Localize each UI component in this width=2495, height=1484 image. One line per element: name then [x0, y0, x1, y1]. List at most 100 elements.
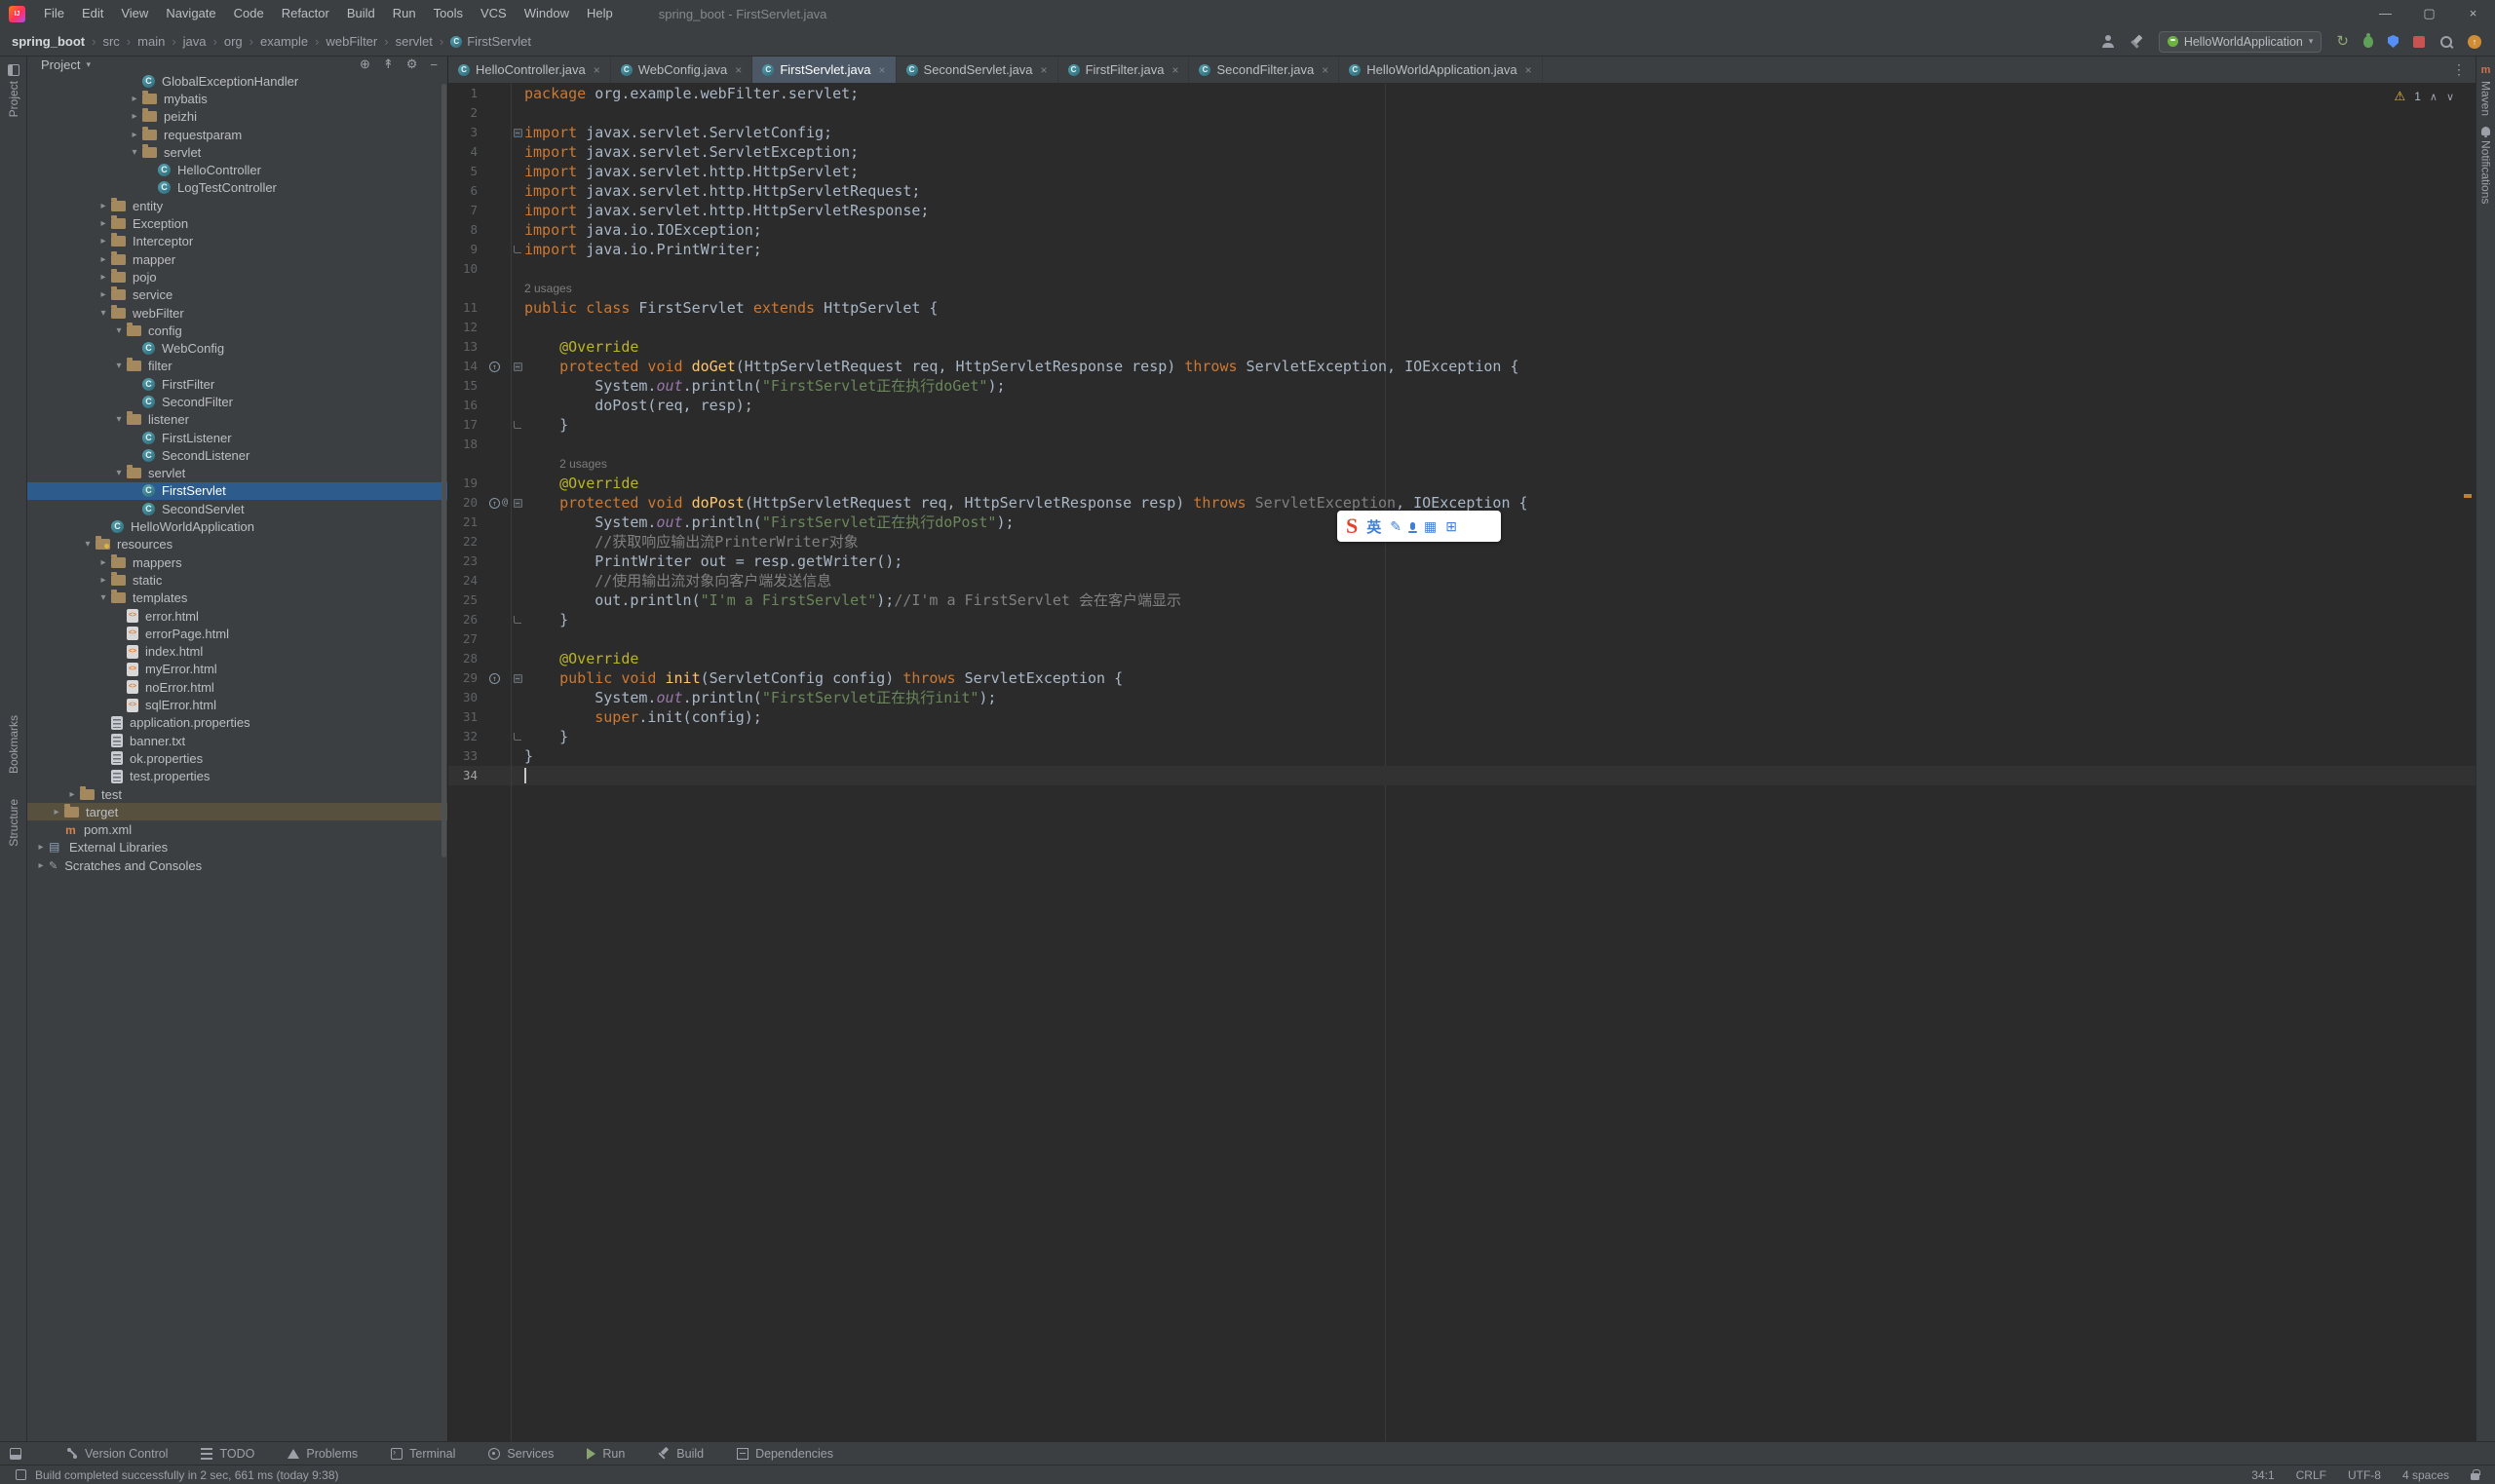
chevron-down-icon[interactable]: ▾ — [111, 414, 127, 425]
chevron-right-icon[interactable]: ▸ — [96, 236, 111, 247]
line-number[interactable]: 14 — [448, 357, 487, 376]
menu-vcs[interactable]: VCS — [472, 6, 516, 20]
line-number[interactable]: 18 — [448, 435, 487, 454]
ide-update-icon[interactable]: ↑ — [2468, 35, 2481, 49]
tree-item-listener[interactable]: ▾listener — [27, 411, 447, 429]
line-number[interactable]: 26 — [448, 610, 487, 629]
run-config-selector[interactable]: HelloWorldApplication ▾ — [2159, 31, 2322, 53]
line-number[interactable]: 27 — [448, 629, 487, 649]
toolwindow-button-dependencies[interactable]: Dependencies — [737, 1447, 833, 1461]
override-icon[interactable]: ↑ — [489, 498, 500, 509]
tree-item-static[interactable]: ▸static — [27, 571, 447, 589]
chevron-right-icon[interactable]: ▸ — [96, 575, 111, 586]
chevron-right-icon[interactable]: ▸ — [33, 860, 49, 871]
ime-language-toggle[interactable]: 英 — [1366, 516, 1381, 537]
line-number[interactable]: 10 — [448, 259, 487, 279]
chevron-down-icon[interactable]: ▾ — [96, 592, 111, 603]
chevron-down-icon[interactable]: ▾ — [127, 147, 142, 158]
breadcrumb-spring_boot[interactable]: spring_boot — [10, 34, 87, 49]
menu-refactor[interactable]: Refactor — [273, 6, 338, 20]
line-number[interactable]: 33 — [448, 746, 487, 766]
debug-button[interactable] — [2363, 36, 2373, 48]
line-number[interactable]: 24 — [448, 571, 487, 590]
menu-run[interactable]: Run — [384, 6, 425, 20]
code-line-10[interactable]: 10 — [448, 259, 2476, 279]
fold-marker[interactable] — [511, 727, 524, 746]
previous-warning-button[interactable]: ∧ — [2430, 91, 2437, 103]
tree-item-peizhi[interactable]: ▸peizhi — [27, 108, 447, 126]
tree-item-error.html[interactable]: error.html — [27, 607, 447, 625]
tree-item-test[interactable]: ▸test — [27, 785, 447, 803]
tree-item-sqlerror.html[interactable]: sqlError.html — [27, 696, 447, 713]
code-line-1[interactable]: 1package org.example.webFilter.servlet; — [448, 84, 2476, 103]
chevron-down-icon[interactable]: ▾ — [96, 308, 111, 319]
code-line-18[interactable]: 18 — [448, 435, 2476, 454]
readonly-lock-icon[interactable] — [2471, 1473, 2479, 1480]
line-number[interactable]: 28 — [448, 649, 487, 668]
sogou-logo-icon[interactable]: S — [1346, 514, 1358, 539]
code-line-13[interactable]: 13 @Override — [448, 337, 2476, 357]
toolwindow-button-problems[interactable]: Problems — [288, 1447, 358, 1461]
breadcrumb-webFilter[interactable]: webFilter — [325, 34, 380, 49]
code-line-27[interactable]: 27 — [448, 629, 2476, 649]
scrollbar-warning-mark[interactable] — [2464, 494, 2472, 498]
tree-item-secondlistener[interactable]: CSecondListener — [27, 446, 447, 464]
code-line-23[interactable]: 23 PrintWriter out = resp.getWriter(); — [448, 552, 2476, 571]
code-line-20[interactable]: 20↑@− protected void doPost(HttpServletR… — [448, 493, 2476, 513]
line-number[interactable]: 22 — [448, 532, 487, 552]
tab-FirstServlet.java[interactable]: CFirstServlet.java× — [752, 57, 896, 83]
tool-button-structure[interactable]: Structure — [0, 799, 26, 847]
tree-item-mapper[interactable]: ▸mapper — [27, 250, 447, 268]
chevron-down-icon[interactable]: ▾ — [111, 361, 127, 371]
line-number[interactable]: 31 — [448, 707, 487, 727]
chevron-right-icon[interactable]: ▸ — [96, 201, 111, 211]
tree-item-requestparam[interactable]: ▸requestparam — [27, 126, 447, 143]
ime-toolbox-icon[interactable]: ⊞ — [1445, 518, 1457, 535]
menu-tools[interactable]: Tools — [425, 6, 472, 20]
fold-marker[interactable] — [511, 610, 524, 629]
tree-item-globalexceptionhandler[interactable]: CGlobalExceptionHandler — [27, 72, 447, 90]
breadcrumb-main[interactable]: main — [135, 34, 167, 49]
close-icon[interactable]: × — [1041, 63, 1048, 77]
menu-edit[interactable]: Edit — [73, 6, 112, 20]
fold-marker[interactable]: − — [511, 357, 524, 376]
usages-hint[interactable]: 2 usages — [524, 279, 572, 298]
line-number[interactable]: 15 — [448, 376, 487, 396]
line-number[interactable]: 4 — [448, 142, 487, 162]
tree-item-errorpage.html[interactable]: errorPage.html — [27, 625, 447, 642]
code-line-19[interactable]: 19 @Override — [448, 474, 2476, 493]
breadcrumb-FirstServlet[interactable]: CFirstServlet — [448, 34, 533, 49]
line-number[interactable]: 3 — [448, 123, 487, 142]
close-window-button[interactable]: × — [2451, 0, 2495, 27]
chevron-down-icon[interactable]: ▾ — [80, 539, 96, 550]
line-number[interactable]: 1 — [448, 84, 487, 103]
tab-FirstFilter.java[interactable]: CFirstFilter.java× — [1058, 57, 1190, 83]
tool-button-maven[interactable]: m Maven — [2476, 64, 2495, 116]
fold-marker[interactable]: − — [511, 493, 524, 513]
ime-mic-icon[interactable] — [1410, 522, 1415, 530]
run-button[interactable]: ↻ — [2336, 35, 2349, 49]
toolwindow-button-terminal[interactable]: Terminal — [391, 1447, 455, 1461]
tool-button-notifications[interactable]: Notifications — [2476, 127, 2495, 204]
next-warning-button[interactable]: ∨ — [2446, 91, 2454, 103]
ime-keyboard-icon[interactable]: ▦ — [1424, 518, 1437, 535]
maximize-button[interactable]: ▢ — [2407, 0, 2451, 27]
tree-item-webconfig[interactable]: CWebConfig — [27, 339, 447, 357]
code-line-30[interactable]: 30 System.out.println("FirstServlet正在执行i… — [448, 688, 2476, 707]
close-icon[interactable]: × — [879, 63, 886, 77]
inlay-hint-row[interactable]: 2 usages — [448, 454, 2476, 474]
line-number[interactable]: 34 — [448, 766, 487, 785]
chevron-right-icon[interactable]: ▸ — [96, 289, 111, 300]
tree-item-service[interactable]: ▸service — [27, 286, 447, 304]
toolwindow-toggle-icon[interactable] — [10, 1448, 21, 1460]
tab-HelloController.java[interactable]: CHelloController.java× — [448, 57, 611, 83]
line-number[interactable]: 5 — [448, 162, 487, 181]
line-number[interactable]: 30 — [448, 688, 487, 707]
build-hammer-icon[interactable] — [2130, 35, 2144, 49]
fold-marker[interactable]: − — [511, 668, 524, 688]
line-number[interactable]: 19 — [448, 474, 487, 493]
tree-item-webfilter[interactable]: ▾webFilter — [27, 304, 447, 322]
line-separator-widget[interactable]: CRLF — [2296, 1468, 2326, 1482]
tree-item-pojo[interactable]: ▸pojo — [27, 268, 447, 285]
tree-item-servlet[interactable]: ▾servlet — [27, 143, 447, 161]
